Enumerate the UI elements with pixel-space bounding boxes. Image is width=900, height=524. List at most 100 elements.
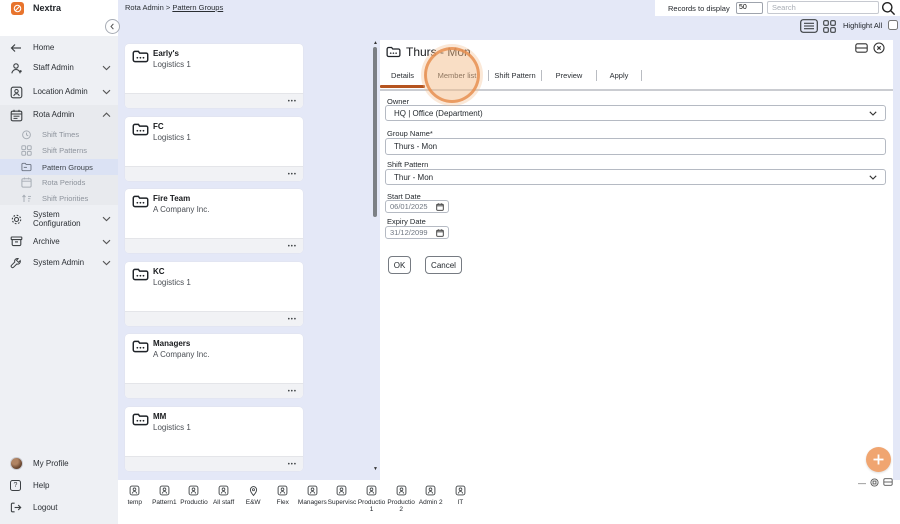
taskbar-item[interactable]: Admin 2: [416, 485, 446, 524]
sidebar-item-location-admin[interactable]: Location Admin: [0, 79, 118, 105]
taskbar-item[interactable]: E&W: [238, 485, 268, 524]
sidebar-item-shift-times[interactable]: Shift Times: [0, 127, 118, 142]
grid-view-icon[interactable]: [823, 20, 836, 33]
card-menu-icon[interactable]: •••: [288, 462, 297, 468]
expiry-date-input[interactable]: 31/12/2099: [385, 226, 449, 239]
breadcrumb-separator: >: [165, 3, 171, 12]
search-icon[interactable]: [880, 0, 897, 17]
scrollbar-up-arrow[interactable]: ▲: [371, 40, 380, 46]
scrollbar-thumb[interactable]: [373, 47, 377, 217]
sidebar-item-label: Home: [33, 43, 55, 53]
pattern-group-card[interactable]: Early's Logistics 1 •••: [125, 44, 303, 108]
tab-separator: [641, 70, 642, 81]
sidebar-item-shift-priorities[interactable]: Shift Priorities: [0, 191, 118, 206]
taskbar-item[interactable]: Productio 1: [357, 485, 387, 524]
pattern-group-card[interactable]: FC Logistics 1 •••: [125, 117, 303, 181]
sidebar-item-staff-admin[interactable]: Staff Admin: [0, 59, 118, 77]
taskbar-item[interactable]: Productio 2: [386, 485, 416, 524]
card-menu-icon[interactable]: •••: [288, 172, 297, 178]
search-input[interactable]: [767, 1, 879, 14]
taskbar-item[interactable]: temp: [120, 485, 150, 524]
close-icon[interactable]: [873, 42, 885, 54]
sidebar-item-archive[interactable]: Archive: [0, 233, 118, 250]
pattern-group-card[interactable]: MM Logistics 1 •••: [125, 407, 303, 471]
sidebar-item-shift-patterns[interactable]: Shift Patterns: [0, 143, 118, 158]
sidebar-item-home[interactable]: Home: [0, 40, 118, 56]
chevron-down-icon: [102, 216, 111, 222]
tab-preview[interactable]: Preview: [542, 71, 596, 80]
pattern-group-card[interactable]: Fire Team A Company Inc. •••: [125, 189, 303, 253]
records-to-display-input[interactable]: [736, 1, 763, 14]
taskbar-item[interactable]: Productio: [179, 485, 209, 524]
taskbar-item[interactable]: Managers: [298, 485, 328, 524]
sidebar-item-help[interactable]: ? Help: [0, 477, 118, 494]
cancel-button[interactable]: Cancel: [425, 256, 462, 274]
shift-pattern-select[interactable]: Thur - Mon: [385, 169, 886, 185]
chevron-down-icon: [869, 110, 877, 116]
taskbar-item-label: E&W: [245, 499, 261, 506]
card-menu-icon[interactable]: •••: [288, 99, 297, 105]
grid-icon: [21, 145, 33, 156]
sidebar-item-rota-periods[interactable]: Rota Periods: [0, 175, 118, 190]
card-menu-icon[interactable]: •••: [288, 244, 297, 250]
person-badge-icon: [357, 485, 387, 497]
person-badge-icon: [179, 485, 209, 497]
scrollbar-down-arrow[interactable]: ▼: [371, 466, 380, 472]
ok-button[interactable]: OK: [388, 256, 411, 274]
tab-apply[interactable]: Apply: [597, 71, 641, 80]
card-menu-icon[interactable]: •••: [288, 317, 297, 323]
restore-icon[interactable]: [870, 477, 879, 487]
taskbar-item[interactable]: Pattern1: [150, 485, 180, 524]
list-view-icon[interactable]: [800, 19, 818, 33]
owner-select[interactable]: HQ | Office (Department): [385, 105, 886, 121]
collapse-panel-icon[interactable]: [855, 43, 868, 53]
logout-icon: [10, 502, 25, 513]
start-date-value: 06/01/2025: [390, 202, 428, 211]
brand-name: Nextra: [33, 3, 62, 13]
breadcrumb-parent[interactable]: Rota Admin: [125, 3, 164, 12]
sidebar-item-pattern-groups[interactable]: Pattern Groups: [0, 159, 118, 175]
sidebar-item-rota-admin[interactable]: Rota Admin: [0, 106, 118, 124]
breadcrumb-current[interactable]: Pattern Groups: [172, 3, 223, 12]
person-badge-icon: [268, 485, 298, 497]
taskbar-item[interactable]: IT: [446, 485, 476, 524]
card-title: Managers: [153, 339, 191, 348]
sidebar-item-logout[interactable]: Logout: [0, 499, 118, 516]
maximize-icon[interactable]: [883, 478, 893, 486]
tab-member-list[interactable]: Member list: [426, 71, 488, 80]
chevron-down-icon: [102, 260, 111, 266]
sidebar-item-system-configuration[interactable]: System Configuration: [0, 206, 118, 232]
card-title: Fire Team: [153, 194, 191, 203]
taskbar-item[interactable]: Flex: [268, 485, 298, 524]
highlight-all-checkbox[interactable]: [888, 20, 898, 30]
pattern-group-card[interactable]: Managers A Company Inc. •••: [125, 334, 303, 398]
records-to-display-label: Records to display: [668, 4, 730, 13]
start-date-input[interactable]: 06/01/2025: [385, 200, 449, 213]
active-tab-underline: [380, 85, 425, 88]
taskbar-item[interactable]: Supervisc: [327, 485, 357, 524]
add-pattern-group-button[interactable]: [866, 447, 891, 472]
card-menu-icon[interactable]: •••: [288, 389, 297, 395]
taskbar-item-label: Productio: [180, 499, 208, 506]
tab-shift-pattern[interactable]: Shift Pattern: [489, 71, 541, 80]
taskbar-item[interactable]: All staff: [209, 485, 239, 524]
minimize-icon[interactable]: —: [858, 480, 866, 488]
sidebar-item-my-profile[interactable]: My Profile: [0, 454, 118, 473]
card-footer: [125, 166, 303, 181]
tab-details[interactable]: Details: [380, 71, 425, 80]
calendar-icon[interactable]: [436, 228, 444, 237]
collapse-sidebar-button[interactable]: [105, 19, 120, 34]
taskbar-item-label: Supervisc: [327, 499, 357, 506]
calendar-icon[interactable]: [436, 202, 444, 211]
card-title: Early's: [153, 49, 179, 58]
person-badge-icon: [120, 485, 150, 497]
folder-group-icon: [132, 50, 149, 63]
calendar-icon: [10, 109, 25, 122]
sidebar-item-system-admin[interactable]: System Admin: [0, 250, 118, 276]
expiry-date-label: Expiry Date: [387, 217, 426, 226]
group-name-input[interactable]: Thurs - Mon: [385, 138, 886, 155]
gear-icon: [10, 213, 25, 226]
person-badge-icon: [150, 485, 180, 497]
pattern-group-card[interactable]: KC Logistics 1 •••: [125, 262, 303, 326]
sort-icon: [21, 193, 33, 204]
